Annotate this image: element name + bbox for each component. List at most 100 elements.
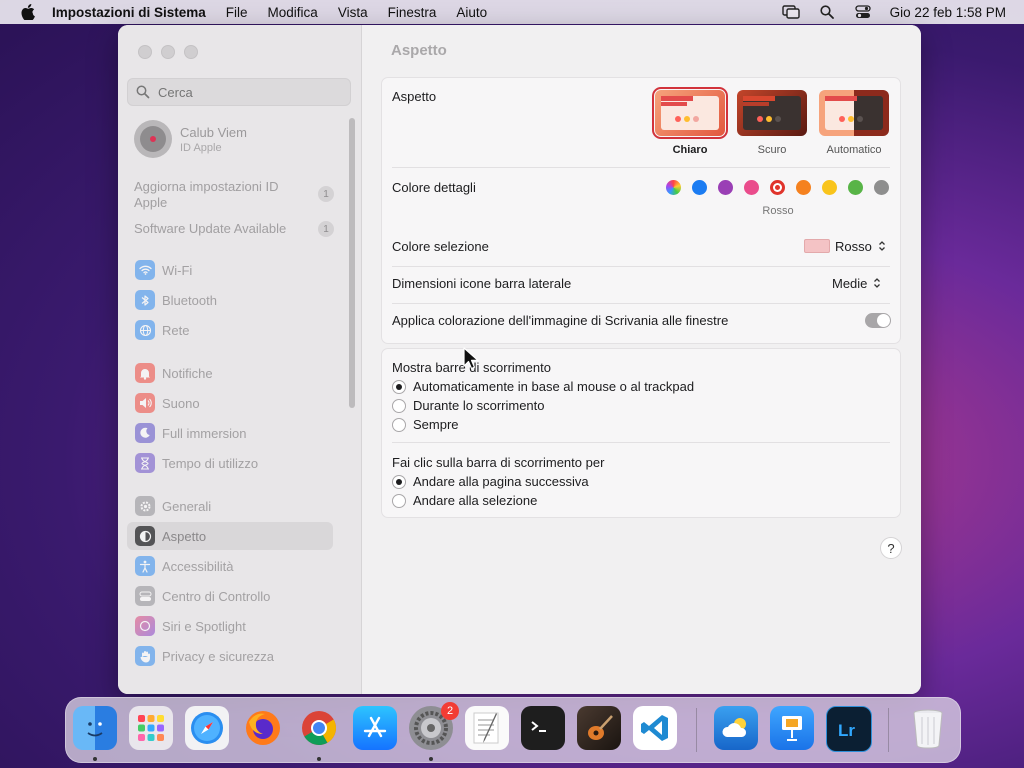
sidebar-item-network[interactable]: Rete: [127, 316, 333, 344]
sidebar-item-bluetooth[interactable]: Bluetooth: [127, 286, 333, 314]
trash-icon[interactable]: [906, 706, 950, 750]
spotlight-search-icon[interactable]: [818, 4, 836, 20]
zoom-window-button[interactable]: [184, 45, 198, 59]
scrollbar-settings-card: Mostra barre di scorrimento Automaticame…: [381, 348, 901, 518]
menu-clock[interactable]: Gio 22 feb 1:58 PM: [890, 5, 1006, 20]
sidebar-item-notifications[interactable]: Notifiche: [127, 359, 333, 387]
chrome-icon[interactable]: [297, 706, 341, 750]
accent-color-swatches: [666, 180, 896, 196]
divider: [392, 167, 890, 168]
launchpad-icon[interactable]: [129, 706, 173, 750]
settings-window: Calub Viem ID Apple Aggiorna impostazion…: [118, 25, 921, 694]
highlight-color-popup[interactable]: Rosso: [804, 238, 888, 254]
accent-graphite-swatch[interactable]: [874, 180, 889, 195]
safari-icon[interactable]: [185, 706, 229, 750]
search-icon: [136, 85, 150, 99]
divider: [392, 303, 890, 304]
sidebar-item-label: Full immersion: [162, 425, 247, 441]
menu-window[interactable]: Finestra: [388, 5, 437, 20]
lightroom-icon[interactable]: Lr: [826, 706, 872, 752]
appearance-auto-option[interactable]: [819, 90, 889, 136]
screen-mirroring-icon[interactable]: [781, 4, 800, 20]
textedit-icon[interactable]: [465, 706, 509, 750]
terminal-icon[interactable]: [521, 706, 565, 750]
apple-menu-icon[interactable]: [18, 2, 38, 22]
wallpaper-tinting-label: Applica colorazione dell'immagine di Scr…: [392, 313, 729, 328]
accent-color-label: Colore dettagli: [392, 180, 476, 195]
accent-blue-swatch[interactable]: [692, 180, 707, 195]
click-jump-spot-radio[interactable]: Andare alla selezione: [392, 493, 537, 508]
system-settings-icon[interactable]: 2: [409, 702, 459, 750]
search-input[interactable]: [156, 83, 340, 101]
menu-app-name[interactable]: Impostazioni di Sistema: [52, 5, 206, 20]
sidebar-item-screen-time[interactable]: Tempo di utilizzo: [127, 449, 333, 477]
window-controls: [138, 45, 198, 59]
search-field[interactable]: [127, 78, 351, 106]
sidebar-item-sound[interactable]: Suono: [127, 389, 333, 417]
sidebar-icon-size-value: Medie: [832, 275, 868, 291]
radio-label: Automaticamente in base al mouse o al tr…: [413, 379, 695, 394]
sidebar-icon-size-popup[interactable]: Medie: [832, 275, 883, 291]
accent-orange-swatch[interactable]: [796, 180, 811, 195]
apple-id-account[interactable]: Calub Viem ID Apple: [134, 120, 247, 158]
sidebar-item-focus[interactable]: Full immersion: [127, 419, 333, 447]
garageband-icon[interactable]: [577, 706, 621, 750]
keynote-icon[interactable]: [770, 706, 814, 750]
sidebar-item-label: Wi-Fi: [162, 262, 193, 278]
appearance-light-option[interactable]: [652, 87, 728, 139]
menu-view[interactable]: Vista: [338, 5, 368, 20]
appearance-auto-label: Automatico: [826, 144, 882, 156]
sidebar-item-control-center[interactable]: Centro di Controllo: [127, 582, 333, 610]
radio-label: Sempre: [413, 417, 459, 432]
sidebar-item-privacy[interactable]: Privacy e sicurezza: [127, 642, 333, 670]
sidebar-item-wifi[interactable]: Wi-Fi: [127, 256, 333, 284]
sidebar-item-label: Notifiche: [162, 365, 213, 381]
menu-file[interactable]: File: [226, 5, 248, 20]
sidebar-item-appearance[interactable]: Aspetto: [127, 522, 333, 550]
accent-multicolor-swatch[interactable]: [666, 180, 681, 195]
menu-edit[interactable]: Modifica: [268, 5, 318, 20]
sidebar-item-siri[interactable]: Siri e Spotlight: [127, 612, 333, 640]
notification-label: Aggiorna impostazioni ID Apple: [134, 179, 279, 210]
finder-icon[interactable]: [73, 706, 117, 750]
appearance-light-label: Chiaro: [672, 144, 708, 156]
scrollbars-auto-radio[interactable]: Automaticamente in base al mouse o al tr…: [392, 379, 694, 394]
avatar: [134, 120, 172, 158]
sidebar-item-accessibility[interactable]: Accessibilità: [127, 552, 333, 580]
appearance-label: Aspetto: [392, 89, 437, 104]
svg-text:Lr: Lr: [838, 721, 855, 740]
sidebar-item-general[interactable]: Generali: [127, 492, 333, 520]
control-center-icon[interactable]: [854, 4, 872, 20]
minimize-window-button[interactable]: [161, 45, 175, 59]
vscode-icon[interactable]: [633, 706, 677, 750]
firefox-icon[interactable]: [241, 706, 285, 750]
appearance-settings-card: Aspetto Chiaro Scuro Automatico Colore d…: [381, 77, 901, 344]
wifi-icon: [135, 260, 155, 280]
accessibility-icon: [135, 556, 155, 576]
weather-icon[interactable]: [714, 706, 758, 750]
accent-color-name: Rosso: [762, 205, 794, 217]
menu-help[interactable]: Aiuto: [456, 5, 487, 20]
notification-apple-id-update[interactable]: Aggiorna impostazioni ID Apple 1: [134, 179, 334, 211]
close-window-button[interactable]: [138, 45, 152, 59]
running-indicator: [317, 757, 321, 761]
radio-label: Durante lo scorrimento: [413, 398, 545, 413]
accent-yellow-swatch[interactable]: [822, 180, 837, 195]
sidebar-scrollbar[interactable]: [349, 118, 355, 408]
scrollbars-always-radio[interactable]: Sempre: [392, 417, 459, 432]
scrollbars-scrolling-radio[interactable]: Durante lo scorrimento: [392, 398, 545, 413]
sidebar-item-label: Aspetto: [162, 528, 207, 544]
accent-red-swatch[interactable]: [770, 180, 785, 195]
accent-purple-swatch[interactable]: [718, 180, 733, 195]
wallpaper-tinting-toggle[interactable]: [865, 313, 891, 328]
click-next-page-radio[interactable]: Andare alla pagina successiva: [392, 474, 589, 489]
control-center-icon: [135, 586, 155, 606]
appearance-dark-option[interactable]: [737, 90, 807, 136]
accent-green-swatch[interactable]: [848, 180, 863, 195]
app-store-icon[interactable]: [353, 706, 397, 750]
notification-software-update[interactable]: Software Update Available 1: [134, 221, 334, 237]
accent-pink-swatch[interactable]: [744, 180, 759, 195]
menu-bar: Impostazioni di Sistema File Modifica Vi…: [0, 0, 1024, 24]
sidebar-item-label: Rete: [162, 322, 190, 338]
help-button[interactable]: ?: [880, 537, 902, 559]
